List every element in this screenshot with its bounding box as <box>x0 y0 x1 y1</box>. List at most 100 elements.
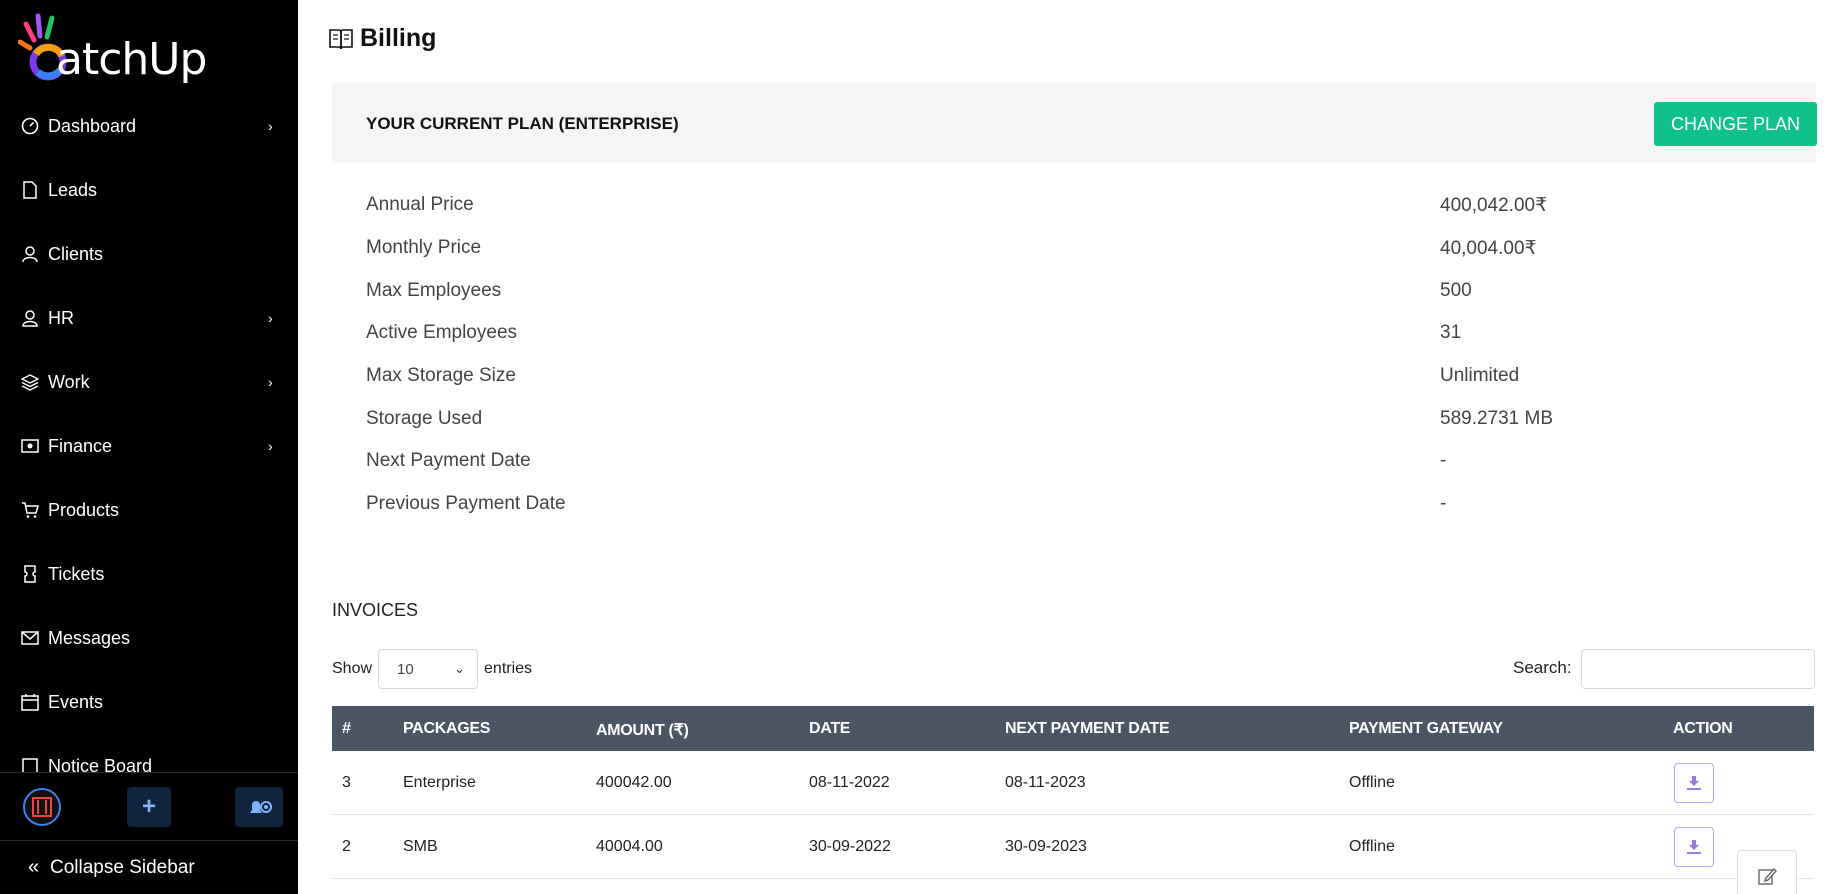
entries-length-control: Show 10 ⌄ entries <box>332 649 532 689</box>
plan-detail-row: Annual Price 400,042.00₹ <box>366 194 1666 224</box>
sidebar-item-leads[interactable]: Leads <box>0 168 298 212</box>
plan-detail-row: Max Employees 500 <box>366 280 1666 310</box>
clipboard-icon <box>20 756 40 772</box>
sidebar: atchUp Dashboard › Leads Clients HR › Wo… <box>0 0 298 894</box>
detail-value: Unlimited <box>1440 365 1520 386</box>
cell-payment-gateway: Offline <box>1349 838 1395 855</box>
invoices-heading: INVOICES <box>332 600 419 620</box>
current-plan-card: YOUR CURRENT PLAN (ENTERPRISE) CHANGE PL… <box>332 83 1817 163</box>
detail-label: Max Employees <box>366 280 502 301</box>
cell-package: Enterprise <box>403 774 476 791</box>
chevron-right-icon: › <box>268 118 273 134</box>
sidebar-item-label: Messages <box>48 627 131 648</box>
cell-date: 30-09-2022 <box>809 838 891 855</box>
cell-id: 2 <box>342 838 351 855</box>
show-label: Show <box>332 660 373 677</box>
sidebar-item-label: Notice Board <box>48 755 153 773</box>
download-icon <box>1687 776 1701 790</box>
detail-label: Annual Price <box>366 194 474 215</box>
chevron-right-icon: › <box>268 310 273 326</box>
sidebar-item-clients[interactable]: Clients <box>0 232 298 276</box>
book-icon <box>329 28 353 49</box>
edit-icon <box>1758 867 1777 885</box>
cell-amount: 400042.00 <box>596 774 672 791</box>
chevron-right-icon: › <box>268 438 273 454</box>
download-icon <box>1687 840 1701 854</box>
sidebar-item-tickets[interactable]: Tickets <box>0 552 298 596</box>
page-header: Billing <box>328 24 436 53</box>
sidebar-item-work[interactable]: Work › <box>0 360 298 404</box>
sidebar-item-finance[interactable]: Finance › <box>0 424 298 468</box>
file-icon <box>20 180 40 200</box>
ticket-icon <box>20 564 40 584</box>
double-chevron-left-icon: « <box>28 856 40 878</box>
collapse-sidebar-button[interactable]: « Collapse Sidebar <box>0 840 298 894</box>
change-plan-button[interactable]: CHANGE PLAN <box>1654 102 1817 146</box>
detail-label: Max Storage Size <box>366 365 516 386</box>
layers-icon <box>20 372 40 392</box>
cell-payment-gateway: Offline <box>1349 774 1395 791</box>
plan-detail-row: Monthly Price 40,004.00₹ <box>366 237 1666 267</box>
sidebar-item-label: Events <box>48 691 104 712</box>
page-title: Billing <box>360 24 437 52</box>
search-label: Search: <box>1513 658 1572 677</box>
user-tie-icon <box>20 244 40 264</box>
detail-value: - <box>1440 450 1447 471</box>
app-name: atchUp <box>56 34 207 85</box>
detail-value: 31 <box>1440 322 1462 343</box>
cell-package: SMB <box>403 838 438 855</box>
main-content: Billing YOUR CURRENT PLAN (ENTERPRISE) C… <box>298 0 1837 894</box>
plan-detail-row: Storage Used 589.2731 MB <box>366 408 1666 438</box>
detail-label: Previous Payment Date <box>366 493 566 514</box>
column-header[interactable]: NEXT PAYMENT DATE <box>1005 720 1170 738</box>
sidebar-item-messages[interactable]: Messages <box>0 616 298 660</box>
column-header[interactable]: PACKAGES <box>403 720 490 738</box>
column-header[interactable]: DATE <box>809 720 850 738</box>
sidebar-item-label: Work <box>48 371 90 392</box>
cell-id: 3 <box>342 774 351 791</box>
quick-note-button[interactable] <box>1737 850 1797 894</box>
search-input[interactable] <box>1581 649 1815 689</box>
table-row: 3 Enterprise 400042.00 08-11-2022 08-11-… <box>332 751 1814 815</box>
column-header[interactable]: PAYMENT GATEWAY <box>1349 720 1503 738</box>
download-invoice-button[interactable] <box>1674 827 1714 867</box>
dashboard-gauge-icon <box>20 116 40 136</box>
column-header[interactable]: AMOUNT (₹) <box>596 720 689 740</box>
detail-value: - <box>1440 493 1447 514</box>
sidebar-item-hr[interactable]: HR › <box>0 296 298 340</box>
timer-button[interactable] <box>20 787 64 827</box>
detail-label: Next Payment Date <box>366 450 531 471</box>
download-invoice-button[interactable] <box>1674 763 1714 803</box>
app-logo[interactable]: atchUp <box>18 10 248 86</box>
sidebar-item-dashboard[interactable]: Dashboard › <box>0 104 298 148</box>
timer-icon <box>23 788 61 826</box>
column-header[interactable]: # <box>342 720 351 738</box>
current-plan-title: YOUR CURRENT PLAN (ENTERPRISE) <box>366 114 679 133</box>
collapse-sidebar-label: Collapse Sidebar <box>50 856 195 878</box>
sidebar-quick-actions: + <box>0 772 298 840</box>
chevron-right-icon: › <box>268 374 273 390</box>
entries-select[interactable]: 10 ⌄ <box>378 649 479 689</box>
notifications-button[interactable] <box>235 787 283 827</box>
plan-detail-row: Max Storage Size Unlimited <box>366 365 1666 395</box>
chevron-down-icon: ⌄ <box>454 661 466 676</box>
sidebar-item-label: Clients <box>48 243 104 264</box>
detail-label: Active Employees <box>366 322 518 343</box>
entries-select-value: 10 <box>397 660 414 678</box>
table-header: # PACKAGES AMOUNT (₹) DATE NEXT PAYMENT … <box>332 706 1814 751</box>
sidebar-item-notice-board[interactable]: Notice Board <box>0 744 298 772</box>
quick-add-button[interactable]: + <box>127 787 171 827</box>
cash-icon <box>20 436 40 456</box>
detail-label: Monthly Price <box>366 237 482 258</box>
sidebar-item-label: Finance <box>48 435 113 456</box>
table-row: 2 SMB 40004.00 30-09-2022 30-09-2023 Off… <box>332 815 1814 879</box>
cell-next-payment-date: 08-11-2023 <box>1005 774 1086 791</box>
plus-icon: + <box>141 793 156 820</box>
cell-date: 08-11-2022 <box>809 774 890 791</box>
sidebar-item-events[interactable]: Events <box>0 680 298 724</box>
column-header[interactable]: ACTION <box>1673 720 1733 738</box>
sidebar-item-products[interactable]: Products <box>0 488 298 532</box>
detail-value: 589.2731 MB <box>1440 408 1554 429</box>
envelope-icon <box>20 628 40 648</box>
sidebar-item-label: Tickets <box>48 563 105 584</box>
